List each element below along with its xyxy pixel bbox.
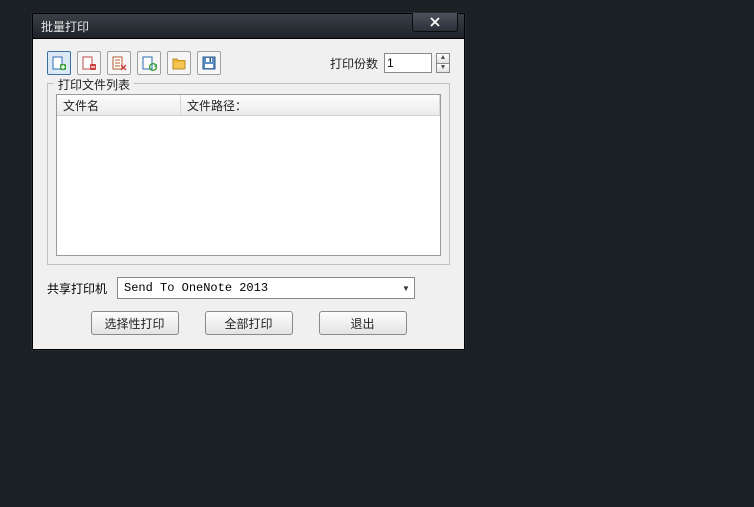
list-body[interactable] — [57, 116, 440, 255]
batch-print-dialog: 批量打印 — [32, 13, 465, 350]
printer-combo[interactable]: Send To OneNote 2013 ▼ — [117, 277, 415, 299]
dialog-body: 打印份数 ▲ ▼ 打印文件列表 文件名 文件路径： — [33, 39, 464, 349]
copies-spinner: ▲ ▼ — [436, 53, 450, 73]
save-icon — [201, 55, 217, 71]
toolbar-btn-open-folder[interactable] — [167, 51, 191, 75]
copies-spin-down[interactable]: ▼ — [436, 63, 450, 74]
file-list-group-title: 打印文件列表 — [54, 76, 134, 93]
copies-spin-up[interactable]: ▲ — [436, 53, 450, 63]
toolbar-btn-remove-doc[interactable] — [77, 51, 101, 75]
toolbar-btn-save[interactable] — [197, 51, 221, 75]
printer-label: 共享打印机 — [47, 280, 107, 297]
print-all-button[interactable]: 全部打印 — [205, 311, 293, 335]
dialog-title: 批量打印 — [41, 18, 89, 35]
toolbar-btn-clear[interactable] — [107, 51, 131, 75]
copies-numbox: ▲ ▼ — [384, 53, 450, 73]
add-doc-icon — [51, 55, 67, 71]
toolbar-btn-add-doc[interactable] — [47, 51, 71, 75]
close-button[interactable] — [412, 13, 458, 32]
remove-doc-icon — [81, 55, 97, 71]
file-list-group: 打印文件列表 文件名 文件路径： — [47, 83, 450, 265]
copies-control: 打印份数 ▲ ▼ — [330, 53, 450, 73]
titlebar[interactable]: 批量打印 — [33, 14, 464, 39]
chevron-down-icon: ▼ — [398, 278, 414, 298]
toolbar-btn-refresh[interactable] — [137, 51, 161, 75]
printer-selected: Send To OneNote 2013 — [118, 281, 398, 295]
list-header: 文件名 文件路径： — [57, 95, 440, 116]
folder-icon — [171, 55, 187, 71]
copies-input[interactable] — [384, 53, 432, 73]
exit-button[interactable]: 退出 — [319, 311, 407, 335]
toolbar — [47, 51, 221, 75]
col-filename[interactable]: 文件名 — [57, 95, 181, 115]
top-row: 打印份数 ▲ ▼ — [47, 51, 450, 75]
close-icon — [430, 17, 440, 27]
col-filepath[interactable]: 文件路径： — [181, 95, 440, 115]
button-row: 选择性打印 全部打印 退出 — [47, 311, 450, 335]
refresh-icon — [141, 55, 157, 71]
printer-row: 共享打印机 Send To OneNote 2013 ▼ — [47, 277, 450, 299]
selective-print-button[interactable]: 选择性打印 — [91, 311, 179, 335]
clear-icon — [111, 55, 127, 71]
copies-label: 打印份数 — [330, 55, 378, 72]
file-listview[interactable]: 文件名 文件路径： — [56, 94, 441, 256]
